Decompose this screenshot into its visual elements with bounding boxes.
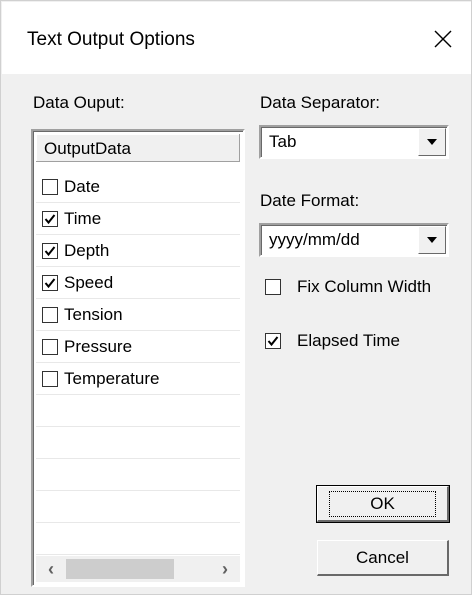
window-title: Text Output Options [27, 29, 195, 50]
item-checkbox[interactable] [42, 306, 58, 323]
horizontal-scrollbar[interactable]: ‹ › [36, 556, 240, 582]
elapsed-time-box[interactable] [265, 333, 281, 349]
ok-button[interactable]: OK [316, 485, 450, 523]
data-separator-select[interactable]: Tab [259, 125, 449, 159]
date-format-label: Date Format: [260, 191, 360, 210]
cancel-button-label: Cancel [356, 547, 409, 567]
chevron-left-icon: ‹ [48, 558, 54, 579]
list-item[interactable]: Tension [36, 299, 240, 331]
column-header-outputdata[interactable]: OutputData [36, 134, 240, 162]
list-item[interactable]: Speed [36, 267, 240, 299]
item-checkbox[interactable] [42, 242, 58, 259]
checkmark-icon [44, 277, 56, 288]
data-separator-dropdown-button[interactable] [418, 128, 446, 156]
item-label: Speed [64, 272, 114, 292]
item-label: Tension [64, 304, 123, 324]
fix-column-width-box[interactable] [265, 279, 281, 295]
empty-list-row [36, 523, 240, 555]
scroll-right-button[interactable]: › [210, 556, 240, 582]
chevron-right-icon: › [222, 558, 228, 579]
item-label: Date [64, 176, 100, 196]
scroll-left-button[interactable]: ‹ [36, 556, 66, 582]
scroll-track[interactable] [66, 556, 210, 582]
fix-column-width-checkbox[interactable]: Fix Column Width [265, 277, 431, 297]
date-format-dropdown-button[interactable] [418, 226, 446, 254]
close-button[interactable] [421, 20, 465, 58]
item-checkbox[interactable] [42, 338, 58, 355]
text-output-options-dialog: Text Output Options Data Ouput: OutputDa… [0, 0, 472, 595]
item-checkbox[interactable] [42, 274, 58, 291]
triangle-down-icon [427, 237, 437, 243]
data-separator-label: Data Separator: [260, 93, 381, 112]
fix-column-width-label: Fix Column Width [297, 277, 432, 296]
data-output-list[interactable]: OutputData Date Time Depth Speed Tension Pres… [31, 129, 245, 587]
item-checkbox[interactable] [42, 370, 58, 387]
elapsed-time-label: Elapsed Time [297, 331, 400, 350]
close-icon [434, 30, 452, 48]
scroll-thumb[interactable] [66, 559, 174, 579]
list-item[interactable]: Time [36, 203, 240, 235]
list-item[interactable]: Temperature [36, 363, 240, 395]
title-bar: Text Output Options [2, 2, 471, 74]
data-output-label: Data Ouput: [33, 93, 125, 112]
empty-list-row [36, 427, 240, 459]
empty-list-row [36, 491, 240, 523]
triangle-down-icon [427, 139, 437, 145]
item-label: Time [64, 208, 102, 228]
list-item[interactable]: Date [36, 171, 240, 203]
date-format-select[interactable]: yyyy/mm/dd [259, 223, 449, 257]
list-item[interactable]: Depth [36, 235, 240, 267]
item-checkbox[interactable] [42, 210, 58, 227]
empty-list-row [36, 459, 240, 491]
checkmark-icon [267, 336, 279, 347]
empty-list-row [36, 395, 240, 427]
item-label: Depth [64, 240, 110, 260]
ok-button-label: OK [329, 490, 436, 517]
item-label: Temperature [64, 368, 160, 388]
checkmark-icon [44, 245, 56, 256]
cancel-button[interactable]: Cancel [317, 540, 449, 576]
item-checkbox[interactable] [42, 178, 58, 195]
item-label: Pressure [64, 336, 133, 356]
elapsed-time-checkbox[interactable]: Elapsed Time [265, 331, 400, 351]
date-format-value: yyyy/mm/dd [269, 230, 360, 249]
data-separator-value: Tab [269, 132, 297, 151]
list-item[interactable]: Pressure [36, 331, 240, 363]
data-output-rows: Date Time Depth Speed Tension Pressure Tempera… [36, 171, 240, 555]
checkmark-icon [44, 213, 56, 224]
